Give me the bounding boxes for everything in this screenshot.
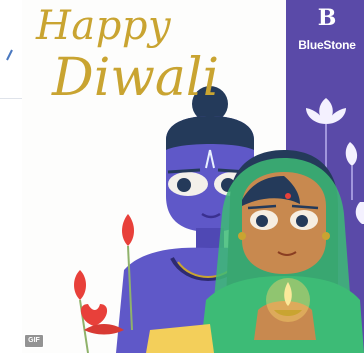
bluestone-b-logo-icon: B: [317, 5, 337, 31]
diwali-greeting: Happy Diwali: [36, 6, 219, 104]
greeting-line-1: Happy: [36, 3, 172, 49]
brand-logo[interactable]: B BlueStone: [290, 6, 364, 52]
gif-badge: GIF: [24, 334, 44, 348]
diwali-banner[interactable]: Happy Diwali B BlueStone GIF: [0, 0, 364, 353]
greeting-line-2: Diwali: [52, 48, 220, 108]
brand-name: BlueStone: [298, 38, 356, 52]
